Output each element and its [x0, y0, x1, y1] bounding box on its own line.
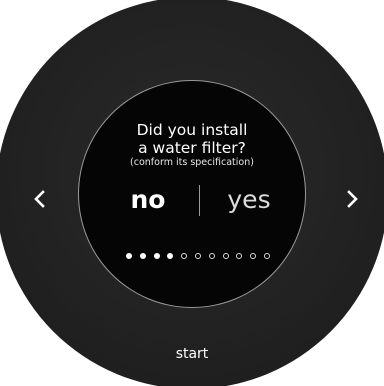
chevron-left-icon[interactable] — [28, 187, 52, 211]
progress-dot-complete — [153, 253, 160, 259]
question-hint: (conform its specification) — [130, 157, 254, 168]
progress-dot-pending — [181, 253, 188, 259]
question-line-1: Did you install — [136, 121, 248, 139]
answer-divider — [199, 185, 200, 216]
chevron-right-icon[interactable] — [340, 187, 364, 211]
answer-yes-option[interactable]: yes — [220, 185, 278, 215]
progress-dot-pending — [195, 253, 201, 259]
progress-dot-pending — [222, 253, 229, 259]
answer-no-option[interactable]: no — [126, 185, 170, 215]
progress-dot-pending — [236, 253, 243, 259]
progress-dot-complete — [167, 253, 174, 259]
progress-dot-pending — [264, 253, 270, 259]
progress-dot-pending — [208, 253, 215, 259]
progress-dot-pending — [250, 253, 257, 259]
step-progress-indicator — [126, 253, 270, 259]
start-button[interactable]: start — [0, 345, 384, 363]
progress-dot-complete — [139, 253, 146, 259]
question-line-2: a water filter? — [138, 139, 246, 157]
progress-dot-complete — [126, 253, 132, 259]
thermostat-stage: Did you install a water filter? (conform… — [0, 0, 384, 386]
